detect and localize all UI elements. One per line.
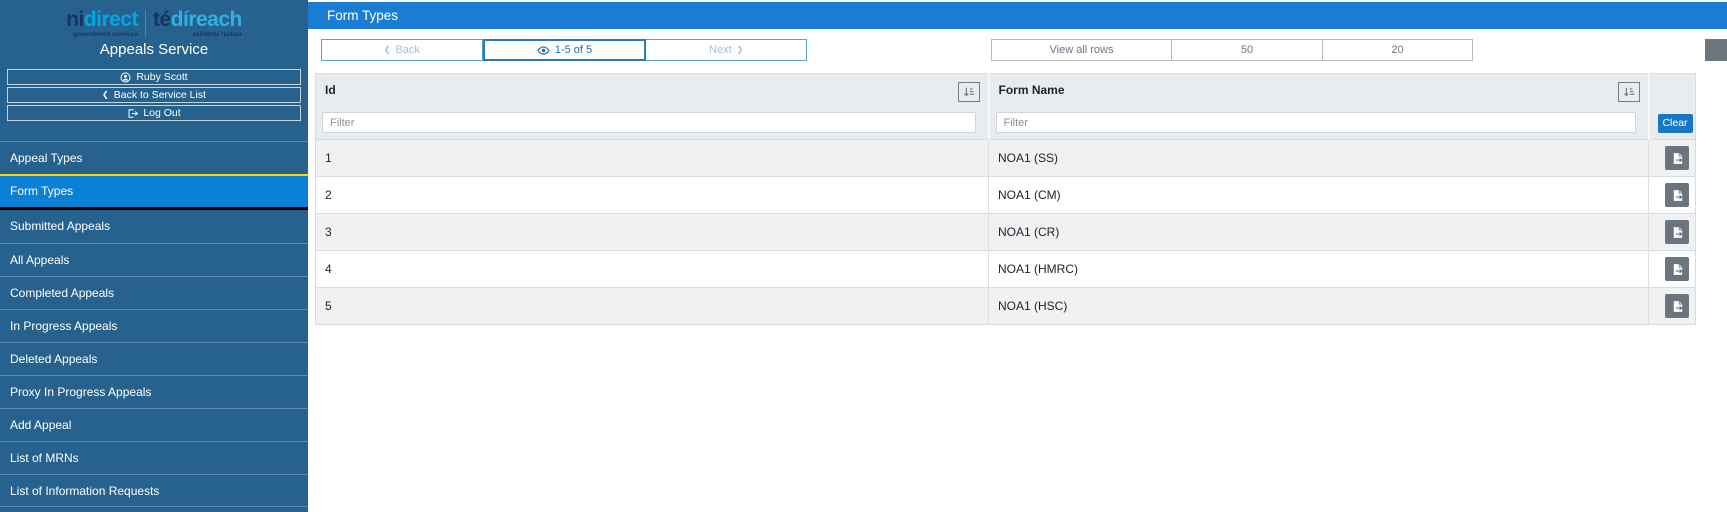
back-page-label: Back	[395, 44, 420, 56]
logo-te: té	[152, 8, 171, 31]
service-title: Appeals Service	[99, 41, 209, 58]
export-row-button[interactable]	[1665, 294, 1689, 318]
sort-icon	[962, 85, 976, 99]
file-export-icon	[1671, 226, 1684, 239]
page-size-50-button[interactable]: 50	[1172, 39, 1323, 61]
sidebar: nidirect government services tédíreach s…	[0, 0, 308, 512]
sidebar-item-deleted-appeals[interactable]: Deleted Appeals	[0, 342, 308, 375]
file-export-icon	[1671, 300, 1684, 313]
user-icon	[120, 71, 131, 83]
table-row: 5 NOA1 (HSC)	[315, 287, 1696, 325]
page-size-20-button[interactable]: 20	[1323, 39, 1473, 61]
filter-row: Clear	[315, 106, 1696, 140]
page-size-controls: View all rows 50 20	[991, 39, 1473, 61]
user-button[interactable]: Ruby Scott	[7, 69, 301, 85]
page-status-label: 1-5 of 5	[554, 44, 593, 56]
clear-filters-button[interactable]: Clear	[1657, 113, 1693, 133]
file-export-icon	[1671, 189, 1684, 202]
next-page-button[interactable]: Next ❯	[646, 39, 808, 61]
column-header-form-name: Form Name	[987, 73, 1649, 107]
form-types-table-wrapper: Id Form Name Clear	[315, 73, 1696, 325]
cell-id: 5	[325, 299, 332, 313]
cell-id: 4	[325, 262, 332, 276]
view-all-rows-button[interactable]: View all rows	[991, 39, 1172, 61]
logo-direach: díreach	[170, 8, 243, 31]
table-row: 3 NOA1 (CR)	[315, 213, 1696, 251]
back-to-service-list-label: Back to Service List	[113, 89, 206, 101]
logo-ni: ni	[66, 8, 84, 31]
chevron-right-icon: ❯	[736, 45, 744, 54]
form-types-table: Id Form Name Clear	[315, 73, 1696, 325]
sidebar-item-form-types[interactable]: Form Types	[0, 174, 308, 210]
log-out-label: Log Out	[143, 107, 181, 119]
sidebar-item-list-of-mrns[interactable]: List of MRNs	[0, 441, 308, 474]
cell-form-name: NOA1 (CM)	[988, 176, 1649, 214]
back-page-button[interactable]: ❮ Back	[321, 39, 483, 61]
logo-english: nidirect government services	[66, 9, 138, 39]
eye-icon	[537, 44, 550, 57]
sort-id-button[interactable]	[957, 82, 980, 102]
sidebar-item-completed-appeals[interactable]: Completed Appeals	[0, 276, 308, 309]
logo-tagline-ga: seirbhísí rialtais	[192, 31, 242, 38]
cell-form-name: NOA1 (HSC)	[988, 287, 1649, 325]
back-to-service-list-button[interactable]: ❮ Back to Service List	[7, 87, 301, 103]
file-export-icon	[1671, 263, 1684, 276]
form-name-filter-input[interactable]	[995, 112, 1636, 134]
column-header-id: Id	[315, 73, 989, 107]
sidebar-item-submitted-appeals[interactable]: Submitted Appeals	[0, 210, 308, 243]
cell-id: 1	[325, 151, 332, 165]
column-header-actions	[1647, 73, 1696, 107]
cell-id: 2	[325, 188, 332, 202]
chevron-left-icon: ❮	[102, 90, 109, 99]
table-row: 1 NOA1 (SS)	[315, 139, 1696, 177]
page-status-button[interactable]: 1-5 of 5	[482, 39, 647, 61]
export-row-button[interactable]	[1665, 146, 1689, 170]
table-header-row: Id Form Name	[315, 73, 1696, 107]
pagination-controls: ❮ Back 1-5 of 5 Next ❯	[321, 39, 808, 61]
id-filter-input[interactable]	[322, 112, 976, 134]
file-export-icon	[1671, 152, 1684, 165]
next-page-label: Next	[709, 44, 732, 56]
cell-form-name: NOA1 (SS)	[988, 139, 1649, 177]
sidebar-item-list-of-information-requests[interactable]: List of Information Requests	[0, 474, 308, 507]
sidebar-buttons: Ruby Scott ❮ Back to Service List Log Ou…	[7, 69, 301, 123]
page-title: Form Types	[308, 2, 1727, 29]
cell-form-name: NOA1 (CR)	[988, 213, 1649, 251]
cell-id: 3	[325, 225, 332, 239]
user-button-label: Ruby Scott	[136, 71, 188, 83]
cell-form-name: NOA1 (HMRC)	[988, 250, 1649, 288]
logo-tagline-en: government services	[72, 31, 138, 38]
sidebar-item-in-progress-appeals[interactable]: In Progress Appeals	[0, 309, 308, 342]
sidebar-nav: Appeal Types Form Types Submitted Appeal…	[0, 141, 308, 507]
table-row: 4 NOA1 (HMRC)	[315, 250, 1696, 288]
sidebar-item-all-appeals[interactable]: All Appeals	[0, 243, 308, 276]
sidebar-item-appeal-types[interactable]: Appeal Types	[0, 141, 308, 174]
export-row-button[interactable]	[1665, 183, 1689, 207]
table-row: 2 NOA1 (CM)	[315, 176, 1696, 214]
logout-icon	[127, 108, 139, 119]
sidebar-item-proxy-in-progress-appeals[interactable]: Proxy In Progress Appeals	[0, 375, 308, 408]
export-row-button[interactable]	[1665, 257, 1689, 281]
export-row-button[interactable]	[1665, 220, 1689, 244]
sort-icon	[1622, 85, 1636, 99]
sidebar-item-add-appeal[interactable]: Add Appeal	[0, 408, 308, 441]
log-out-button[interactable]: Log Out	[7, 105, 301, 121]
logo-direct: direct	[83, 8, 139, 31]
sort-form-name-button[interactable]	[1617, 82, 1640, 102]
scroll-corner-block[interactable]	[1705, 39, 1727, 61]
logo-separator	[144, 10, 146, 36]
logo-irish: tédíreach seirbhísí rialtais	[153, 9, 242, 39]
chevron-left-icon: ❮	[383, 45, 391, 54]
nidirect-logo: nidirect government services tédíreach s…	[0, 9, 308, 39]
